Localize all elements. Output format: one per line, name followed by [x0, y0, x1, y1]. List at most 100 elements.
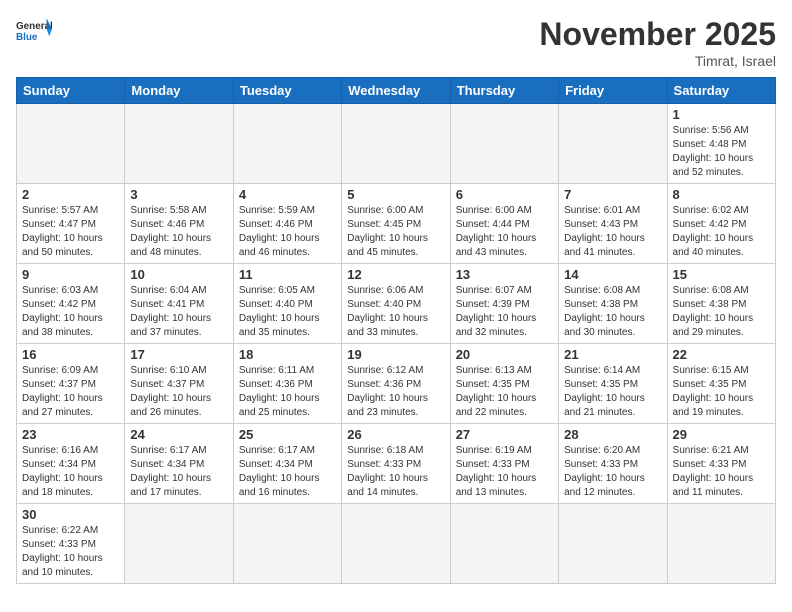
- day-info: Sunrise: 5:58 AM Sunset: 4:46 PM Dayligh…: [130, 204, 227, 260]
- day-number: 15: [673, 267, 770, 282]
- svg-text:Blue: Blue: [16, 32, 38, 43]
- day-number: 13: [456, 267, 553, 282]
- col-wednesday: Wednesday: [342, 78, 450, 104]
- day-number: 6: [456, 187, 553, 202]
- logo-icon: General Blue: [16, 16, 52, 44]
- day-info: Sunrise: 6:14 AM Sunset: 4:35 PM Dayligh…: [564, 364, 661, 420]
- col-monday: Monday: [125, 78, 233, 104]
- calendar-cell: [233, 104, 341, 184]
- calendar-cell: [559, 104, 667, 184]
- header: General Blue November 2025 Timrat, Israe…: [16, 16, 776, 69]
- day-info: Sunrise: 6:06 AM Sunset: 4:40 PM Dayligh…: [347, 284, 444, 340]
- day-number: 27: [456, 427, 553, 442]
- day-number: 5: [347, 187, 444, 202]
- day-info: Sunrise: 6:13 AM Sunset: 4:35 PM Dayligh…: [456, 364, 553, 420]
- day-info: Sunrise: 6:19 AM Sunset: 4:33 PM Dayligh…: [456, 444, 553, 500]
- day-info: Sunrise: 6:11 AM Sunset: 4:36 PM Dayligh…: [239, 364, 336, 420]
- calendar-cell: [342, 104, 450, 184]
- day-number: 21: [564, 347, 661, 362]
- calendar-cell: 22Sunrise: 6:15 AM Sunset: 4:35 PM Dayli…: [667, 344, 775, 424]
- day-info: Sunrise: 6:22 AM Sunset: 4:33 PM Dayligh…: [22, 524, 119, 580]
- day-info: Sunrise: 6:02 AM Sunset: 4:42 PM Dayligh…: [673, 204, 770, 260]
- day-info: Sunrise: 6:04 AM Sunset: 4:41 PM Dayligh…: [130, 284, 227, 340]
- calendar-week-row: 16 Sunrise: 6:09 AM Sunset: 4:37 PM Dayli…: [17, 344, 776, 424]
- col-sunday: Sunday: [17, 78, 125, 104]
- calendar-cell: 30 Sunrise: 6:22 AM Sunset: 4:33 PM Dayli…: [17, 504, 125, 584]
- calendar-cell: 15 Sunrise: 6:08 AM Sunset: 4:38 PM Dayli…: [667, 264, 775, 344]
- day-number: 9: [22, 267, 119, 282]
- calendar-cell: 27 Sunrise: 6:19 AM Sunset: 4:33 PM Dayli…: [450, 424, 558, 504]
- calendar-cell: 18 Sunrise: 6:11 AM Sunset: 4:36 PM Dayli…: [233, 344, 341, 424]
- calendar-header-row: Sunday Monday Tuesday Wednesday Thursday…: [17, 78, 776, 104]
- day-info: Sunrise: 5:56 AM Sunset: 4:48 PM Dayligh…: [673, 124, 770, 180]
- day-number: 8: [673, 187, 770, 202]
- day-info: Sunrise: 6:05 AM Sunset: 4:40 PM Dayligh…: [239, 284, 336, 340]
- day-info: Sunrise: 6:08 AM Sunset: 4:38 PM Dayligh…: [673, 284, 770, 340]
- calendar-cell: [559, 504, 667, 584]
- day-number: 23: [22, 427, 119, 442]
- calendar-cell: 16 Sunrise: 6:09 AM Sunset: 4:37 PM Dayli…: [17, 344, 125, 424]
- day-number: 2: [22, 187, 119, 202]
- calendar-cell: 25 Sunrise: 6:17 AM Sunset: 4:34 PM Dayli…: [233, 424, 341, 504]
- col-thursday: Thursday: [450, 78, 558, 104]
- day-number: 25: [239, 427, 336, 442]
- day-info: Sunrise: 6:01 AM Sunset: 4:43 PM Dayligh…: [564, 204, 661, 260]
- day-info: Sunrise: 5:57 AM Sunset: 4:47 PM Dayligh…: [22, 204, 119, 260]
- day-number: 29: [673, 427, 770, 442]
- day-info: Sunrise: 6:00 AM Sunset: 4:44 PM Dayligh…: [456, 204, 553, 260]
- day-number: 19: [347, 347, 444, 362]
- calendar-cell: [667, 504, 775, 584]
- day-info: Sunrise: 6:10 AM Sunset: 4:37 PM Dayligh…: [130, 364, 227, 420]
- day-info: Sunrise: 6:07 AM Sunset: 4:39 PM Dayligh…: [456, 284, 553, 340]
- calendar-cell: 4Sunrise: 5:59 AM Sunset: 4:46 PM Daylig…: [233, 184, 341, 264]
- location-label: Timrat, Israel: [539, 53, 776, 69]
- col-saturday: Saturday: [667, 78, 775, 104]
- col-tuesday: Tuesday: [233, 78, 341, 104]
- calendar-cell: 19 Sunrise: 6:12 AM Sunset: 4:36 PM Dayli…: [342, 344, 450, 424]
- calendar-cell: 26Sunrise: 6:18 AM Sunset: 4:33 PM Dayli…: [342, 424, 450, 504]
- col-friday: Friday: [559, 78, 667, 104]
- calendar-cell: 23Sunrise: 6:16 AM Sunset: 4:34 PM Dayli…: [17, 424, 125, 504]
- day-info: Sunrise: 6:18 AM Sunset: 4:33 PM Dayligh…: [347, 444, 444, 500]
- calendar-cell: 3Sunrise: 5:58 AM Sunset: 4:46 PM Daylig…: [125, 184, 233, 264]
- calendar-cell: 14 Sunrise: 6:08 AM Sunset: 4:38 PM Dayli…: [559, 264, 667, 344]
- calendar-cell: 1Sunrise: 5:56 AM Sunset: 4:48 PM Daylig…: [667, 104, 775, 184]
- calendar-cell: 7 Sunrise: 6:01 AM Sunset: 4:43 PM Daylig…: [559, 184, 667, 264]
- day-number: 16: [22, 347, 119, 362]
- calendar-cell: 6 Sunrise: 6:00 AM Sunset: 4:44 PM Daylig…: [450, 184, 558, 264]
- calendar: Sunday Monday Tuesday Wednesday Thursday…: [16, 77, 776, 584]
- calendar-cell: [125, 104, 233, 184]
- day-info: Sunrise: 6:20 AM Sunset: 4:33 PM Dayligh…: [564, 444, 661, 500]
- calendar-cell: 29 Sunrise: 6:21 AM Sunset: 4:33 PM Dayli…: [667, 424, 775, 504]
- calendar-cell: 20Sunrise: 6:13 AM Sunset: 4:35 PM Dayli…: [450, 344, 558, 424]
- day-info: Sunrise: 6:15 AM Sunset: 4:35 PM Dayligh…: [673, 364, 770, 420]
- day-info: Sunrise: 6:17 AM Sunset: 4:34 PM Dayligh…: [239, 444, 336, 500]
- day-number: 28: [564, 427, 661, 442]
- day-info: Sunrise: 6:12 AM Sunset: 4:36 PM Dayligh…: [347, 364, 444, 420]
- calendar-cell: 8 Sunrise: 6:02 AM Sunset: 4:42 PM Daylig…: [667, 184, 775, 264]
- calendar-cell: 5Sunrise: 6:00 AM Sunset: 4:45 PM Daylig…: [342, 184, 450, 264]
- day-number: 7: [564, 187, 661, 202]
- calendar-week-row: 23Sunrise: 6:16 AM Sunset: 4:34 PM Dayli…: [17, 424, 776, 504]
- day-number: 30: [22, 507, 119, 522]
- calendar-week-row: 2 Sunrise: 5:57 AM Sunset: 4:47 PM Daylig…: [17, 184, 776, 264]
- day-info: Sunrise: 6:17 AM Sunset: 4:34 PM Dayligh…: [130, 444, 227, 500]
- calendar-cell: [17, 104, 125, 184]
- day-number: 14: [564, 267, 661, 282]
- calendar-cell: 24 Sunrise: 6:17 AM Sunset: 4:34 PM Dayli…: [125, 424, 233, 504]
- calendar-cell: [125, 504, 233, 584]
- day-info: Sunrise: 6:09 AM Sunset: 4:37 PM Dayligh…: [22, 364, 119, 420]
- calendar-cell: 17Sunrise: 6:10 AM Sunset: 4:37 PM Dayli…: [125, 344, 233, 424]
- calendar-cell: 21 Sunrise: 6:14 AM Sunset: 4:35 PM Dayli…: [559, 344, 667, 424]
- day-info: Sunrise: 6:21 AM Sunset: 4:33 PM Dayligh…: [673, 444, 770, 500]
- calendar-cell: 10 Sunrise: 6:04 AM Sunset: 4:41 PM Dayli…: [125, 264, 233, 344]
- calendar-cell: [342, 504, 450, 584]
- calendar-cell: 2 Sunrise: 5:57 AM Sunset: 4:47 PM Daylig…: [17, 184, 125, 264]
- day-info: Sunrise: 6:08 AM Sunset: 4:38 PM Dayligh…: [564, 284, 661, 340]
- day-number: 24: [130, 427, 227, 442]
- calendar-cell: [233, 504, 341, 584]
- day-number: 10: [130, 267, 227, 282]
- day-number: 18: [239, 347, 336, 362]
- month-year-title: November 2025: [539, 16, 776, 53]
- calendar-week-row: 1Sunrise: 5:56 AM Sunset: 4:48 PM Daylig…: [17, 104, 776, 184]
